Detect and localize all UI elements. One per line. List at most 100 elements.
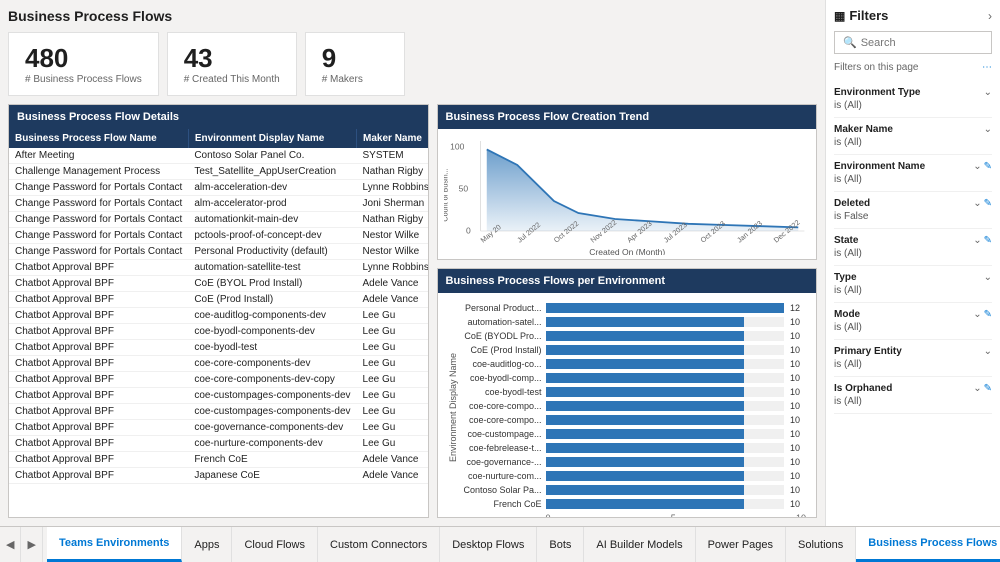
table-row[interactable]: Chatbot Approval BPFcoe-nurture-componen… (9, 436, 428, 452)
table-cell-19-2: Adele Vance (357, 452, 428, 468)
bar-row: automation-satel... 10 (462, 315, 806, 329)
table-row[interactable]: Change Password for Portals Contactpctoo… (9, 228, 428, 244)
table-row[interactable]: Chatbot Approval BPFcoe-byodl-components… (9, 324, 428, 340)
table-row[interactable]: Change Password for Portals Contactalm-a… (9, 196, 428, 212)
trend-svg: 100 50 0 May 20 Jul 2022 Oct 2022 (444, 135, 810, 255)
table-cell-2-0: Change Password for Portals Contact (9, 180, 188, 196)
table-title: Business Process Flow Details (9, 105, 428, 129)
bar-value-3: 10 (790, 345, 806, 355)
tab-custom-connectors[interactable]: Custom Connectors (318, 527, 440, 562)
filter-edit-icon-2[interactable]: ✎ (984, 161, 992, 172)
table-cell-4-1: automationkit-main-dev (188, 212, 356, 228)
filter-edit-icon[interactable]: ✎ (984, 198, 992, 209)
table-row[interactable]: Change Password for Portals Contactautom… (9, 212, 428, 228)
table-row[interactable]: Challenge Management ProcessTest_Satelli… (9, 164, 428, 180)
table-row[interactable]: Chatbot Approval BPFcoe-byodl-testLee Gu… (9, 340, 428, 356)
table-row[interactable]: Chatbot Approval BPFJapanese CoEAdele Va… (9, 468, 428, 484)
filter-item-3: Deleted ⌄ ✎ is False (834, 192, 992, 229)
table-row[interactable]: Chatbot Approval BPFCoE (BYOL Prod Insta… (9, 276, 428, 292)
filter-chevron-6[interactable]: ⌄ (973, 309, 981, 320)
table-row[interactable]: Chatbot Approval BPFcoe-core-components-… (9, 372, 428, 388)
filter-label-1: Maker Name (834, 124, 893, 135)
filter-chevron-3[interactable]: ⌄ (973, 198, 981, 209)
table-cell-10-1: coe-auditlog-components-dev (188, 308, 356, 324)
table-row[interactable]: Chatbot Approval BPFcoe-governance-compo… (9, 420, 428, 436)
table-row[interactable]: Chatbot Approval BPFautomation-satellite… (9, 260, 428, 276)
filters-panel: ▦ Filters › 🔍 Filters on this page ⋯ Env… (825, 0, 1000, 526)
filters-close-icon[interactable]: › (988, 9, 992, 23)
table-row[interactable]: Chatbot Approval BPFcoe-core-components-… (9, 356, 428, 372)
bar-y-label: Environment Display Name (448, 301, 458, 513)
tab-bots[interactable]: Bots (537, 527, 584, 562)
table-row[interactable]: Chatbot Approval BPFcoe-auditlog-compone… (9, 308, 428, 324)
tab-bpf[interactable]: Business Process Flows (856, 527, 1000, 562)
table-cell-4-2: Nathan Rigby (357, 212, 428, 228)
table-wrap[interactable]: Business Process Flow Name Environment D… (9, 129, 428, 517)
bar-value-11: 10 (790, 457, 806, 467)
bar-outer-3 (546, 345, 784, 355)
bar-inner-13 (546, 485, 745, 495)
table-row[interactable]: Chatbot Approval BPFcoe-custompages-comp… (9, 404, 428, 420)
filters-more-button[interactable]: ⋯ (982, 62, 992, 73)
table-cell-0-1: Contoso Solar Panel Co. (188, 148, 356, 164)
table-row[interactable]: After MeetingContoso Solar Panel Co.SYST… (9, 148, 428, 164)
bar-value-7: 10 (790, 401, 806, 411)
bar-value-0: 12 (790, 303, 806, 313)
filter-icons-0: ⌄ (984, 87, 992, 98)
filter-item-4: State ⌄ ✎ is (All) (834, 229, 992, 266)
filter-chevron-5[interactable]: ⌄ (984, 272, 992, 283)
tab-solutions[interactable]: Solutions (786, 527, 856, 562)
table-cell-13-0: Chatbot Approval BPF (9, 356, 188, 372)
filter-chevron-4[interactable]: ⌄ (973, 235, 981, 246)
table-row[interactable]: Change Password for Portals Contactalm-a… (9, 180, 428, 196)
filter-chevron-7[interactable]: ⌄ (984, 346, 992, 357)
table-row[interactable]: Chatbot Approval BPFFrench CoEAdele Vanc… (9, 452, 428, 468)
filter-icons-8: ⌄ ✎ (973, 383, 992, 394)
filter-chevron-2[interactable]: ⌄ (973, 161, 981, 172)
search-box[interactable]: 🔍 (834, 31, 992, 54)
table-cell-2-1: alm-acceleration-dev (188, 180, 356, 196)
table-cell-16-2: Lee Gu (357, 404, 428, 420)
tab-cloud-flows[interactable]: Cloud Flows (232, 527, 318, 562)
filter-edit-icon-6[interactable]: ✎ (984, 309, 992, 320)
search-input[interactable] (861, 37, 983, 49)
tab-apps[interactable]: Apps (182, 527, 232, 562)
filter-row-5: Type ⌄ (834, 272, 992, 283)
table-cell-15-2: Lee Gu (357, 388, 428, 404)
table-cell-9-2: Adele Vance (357, 292, 428, 308)
table-row[interactable]: Change Password for Portals ContactPerso… (9, 244, 428, 260)
table-cell-1-0: Challenge Management Process (9, 164, 188, 180)
filter-chevron-1[interactable]: ⌄ (984, 124, 992, 135)
bar-outer-4 (546, 359, 784, 369)
tab-ai-builder[interactable]: AI Builder Models (584, 527, 695, 562)
bar-outer-0 (546, 303, 784, 313)
kpi-label-1: # Created This Month (184, 74, 280, 85)
filter-row-3: Deleted ⌄ ✎ (834, 198, 992, 209)
table-cell-20-0: Chatbot Approval BPF (9, 468, 188, 484)
trend-chart: 100 50 0 May 20 Jul 2022 Oct 2022 (444, 135, 810, 255)
table-cell-18-1: coe-nurture-components-dev (188, 436, 356, 452)
table-cell-14-0: Chatbot Approval BPF (9, 372, 188, 388)
filter-chevron-0[interactable]: ⌄ (984, 87, 992, 98)
table-cell-2-2: Lynne Robbins (357, 180, 428, 196)
table-cell-9-0: Chatbot Approval BPF (9, 292, 188, 308)
bar-label-7: coe-core-compo... (462, 401, 542, 411)
table-row[interactable]: Chatbot Approval BPFcoe-custompages-comp… (9, 388, 428, 404)
tab-desktop-flows[interactable]: Desktop Flows (440, 527, 537, 562)
table-row[interactable]: Chatbot Approval BPFCoE (Prod Install)Ad… (9, 292, 428, 308)
search-icon: 🔍 (843, 36, 857, 49)
bar-row: Contoso Solar Pa... 10 (462, 483, 806, 497)
table-cell-12-0: Chatbot Approval BPF (9, 340, 188, 356)
filter-edit-icon-8[interactable]: ✎ (984, 383, 992, 394)
filter-edit-icon-4[interactable]: ✎ (984, 235, 992, 246)
tab-next-button[interactable]: ▶ (21, 527, 42, 562)
filter-value-1: is (All) (834, 137, 992, 148)
tab-prev-button[interactable]: ◀ (0, 527, 21, 562)
filter-label-7: Primary Entity (834, 346, 902, 357)
bar-value-2: 10 (790, 331, 806, 341)
bar-row: coe-core-compo... 10 (462, 399, 806, 413)
tab-power-pages[interactable]: Power Pages (696, 527, 786, 562)
filter-chevron-8[interactable]: ⌄ (973, 383, 981, 394)
tab-teams-environments[interactable]: Teams Environments (47, 527, 182, 562)
bar-chart-inner: Personal Product... 12 automation-satel.… (462, 301, 806, 513)
